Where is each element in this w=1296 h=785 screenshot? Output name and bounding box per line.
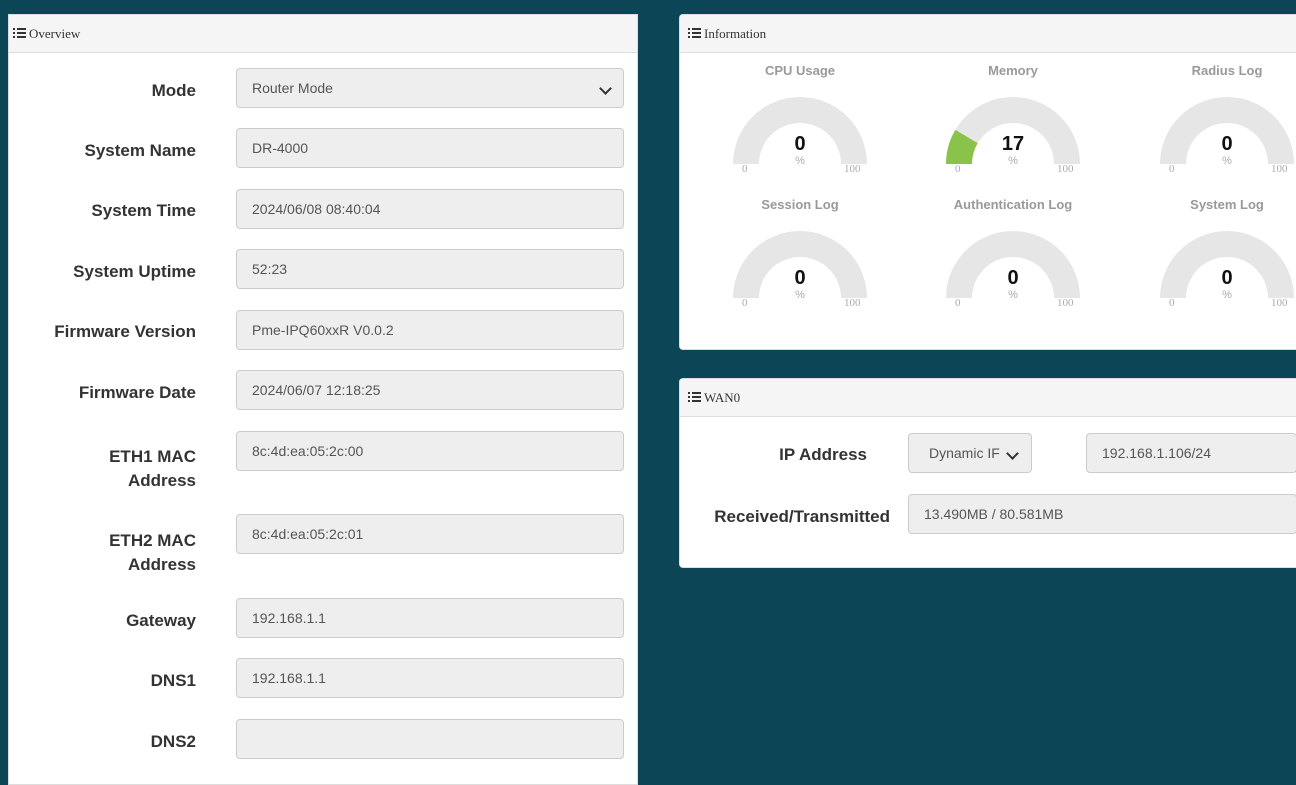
- system-uptime-label: System Uptime: [73, 262, 196, 281]
- gauge-min: 0: [742, 297, 748, 309]
- eth1-mac-label-line2: Address: [127, 471, 196, 490]
- eth2-mac-label: ETH2 MAC Address: [9, 529, 196, 577]
- cpu-usage-gauge: CPU Usage 0 % 0 100: [700, 63, 900, 183]
- gauge-title: Session Log: [761, 197, 839, 212]
- gauge-value: 17: [1001, 133, 1025, 155]
- information-title: Information: [704, 25, 767, 41]
- gauge-title: System Log: [1190, 197, 1264, 212]
- mode-label: Mode: [151, 81, 196, 100]
- memory-gauge: Memory 17 % 0 100: [913, 63, 1113, 183]
- gauge-value: 0: [1221, 133, 1233, 155]
- system-log-gauge: System Log 0 % 0 100: [1127, 197, 1296, 317]
- wan0-title: WAN0: [704, 389, 741, 405]
- ip-mode-select[interactable]: Dynamic IF: [908, 433, 1032, 473]
- gauge-max: 100: [844, 297, 861, 309]
- dns1-label: DNS1: [150, 671, 196, 690]
- radius-log-gauge: Radius Log 0 % 0 100: [1127, 63, 1296, 183]
- gauge-value: 0: [1221, 267, 1233, 289]
- gauge-min: 0: [1169, 163, 1175, 175]
- gauge-unit: %: [1008, 289, 1018, 301]
- overview-header: Overview: [9, 15, 637, 53]
- gauge-max: 100: [1271, 297, 1288, 309]
- firmware-version-field[interactable]: Pme-IPQ60xxR V0.0.2: [236, 310, 624, 350]
- overview-title: Overview: [29, 25, 81, 41]
- gauge-unit: %: [795, 155, 805, 167]
- wan0-header: WAN0: [680, 379, 1296, 417]
- system-uptime-field[interactable]: 52:23: [236, 249, 624, 289]
- gauge-max: 100: [1271, 163, 1288, 175]
- gauge-unit: %: [795, 289, 805, 301]
- gauge-title: Memory: [988, 63, 1038, 78]
- gauge-value: 0: [1007, 267, 1019, 289]
- list-icon: [688, 28, 701, 39]
- gauge-unit: %: [1008, 155, 1018, 167]
- firmware-date-label: Firmware Date: [78, 383, 196, 402]
- gauge-min: 0: [955, 163, 961, 175]
- gauge-max: 100: [1057, 297, 1074, 309]
- eth2-mac-field[interactable]: 8c:4d:ea:05:2c:01: [236, 514, 624, 554]
- mode-select[interactable]: Router Mode: [236, 68, 624, 108]
- overview-panel: Overview Mode Router Mode System Name DR…: [8, 14, 638, 785]
- information-header: Information: [680, 15, 1296, 53]
- chevron-down-icon: [599, 82, 612, 95]
- eth2-mac-label-line2: Address: [127, 555, 196, 574]
- list-icon: [13, 28, 26, 39]
- information-panel: Information CPU Usage 0 % 0 100 Memory 1…: [679, 14, 1296, 350]
- eth1-mac-label: ETH1 MAC Address: [9, 445, 196, 493]
- traffic-field[interactable]: 13.490MB / 80.581MB: [908, 494, 1296, 534]
- wan0-panel: WAN0 IP Address Dynamic IF 192.168.1.106…: [679, 378, 1296, 568]
- gateway-field[interactable]: 192.168.1.1: [236, 598, 624, 638]
- gateway-label: Gateway: [126, 611, 196, 630]
- system-name-field[interactable]: DR-4000: [236, 128, 624, 168]
- ip-mode-value: Dynamic IF: [929, 445, 1000, 461]
- list-icon: [688, 392, 701, 403]
- system-name-label: System Name: [84, 141, 196, 160]
- session-log-gauge: Session Log 0 % 0 100: [700, 197, 900, 317]
- mode-value: Router Mode: [252, 80, 333, 96]
- gauge-min: 0: [742, 163, 748, 175]
- traffic-label: Received/Transmitted: [714, 507, 890, 526]
- eth1-mac-field[interactable]: 8c:4d:ea:05:2c:00: [236, 431, 624, 471]
- authentication-log-gauge: Authentication Log 0 % 0 100: [913, 197, 1113, 317]
- dns1-field[interactable]: 192.168.1.1: [236, 658, 624, 698]
- dns2-field[interactable]: [236, 719, 624, 759]
- gauge-value: 0: [794, 267, 806, 289]
- system-time-label: System Time: [91, 201, 196, 220]
- chevron-down-icon: [1006, 447, 1019, 460]
- gauge-max: 100: [1057, 163, 1074, 175]
- ip-address-field[interactable]: 192.168.1.106/24: [1086, 433, 1296, 473]
- gauge-title: Radius Log: [1191, 63, 1263, 78]
- gauge-title: CPU Usage: [764, 63, 836, 78]
- eth2-mac-label-line1: ETH2 MAC: [109, 531, 196, 550]
- ip-address-label: IP Address: [779, 445, 867, 464]
- gauge-min: 0: [955, 297, 961, 309]
- firmware-version-label: Firmware Version: [54, 322, 196, 341]
- dns2-label: DNS2: [150, 732, 196, 751]
- system-time-field[interactable]: 2024/06/08 08:40:04: [236, 189, 624, 229]
- gauge-title: Authentication Log: [953, 197, 1073, 212]
- gauge-max: 100: [844, 163, 861, 175]
- gauge-value: 0: [794, 133, 806, 155]
- firmware-date-field[interactable]: 2024/06/07 12:18:25: [236, 370, 624, 410]
- gauge-min: 0: [1169, 297, 1175, 309]
- eth1-mac-label-line1: ETH1 MAC: [109, 447, 196, 466]
